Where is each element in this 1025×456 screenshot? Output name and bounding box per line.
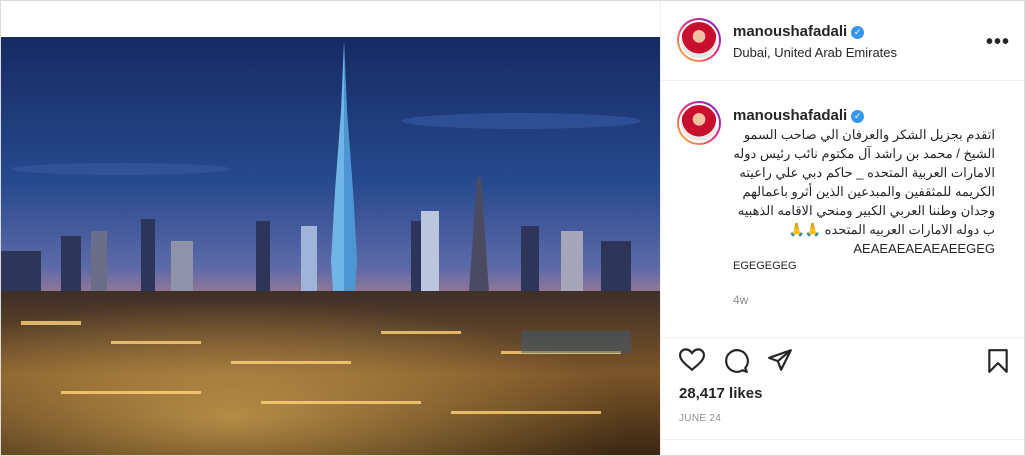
time-ago[interactable]: 4w [733, 293, 748, 307]
comment-area [661, 439, 1024, 455]
share-icon[interactable] [767, 348, 793, 377]
post-card: manoushafadali ✓ Dubai, United Arab Emira… [0, 0, 1025, 456]
header-user: manoushafadali ✓ Dubai, United Arab Emira… [733, 23, 897, 60]
caption-avatar[interactable] [677, 101, 721, 145]
username[interactable]: manoushafadali [733, 23, 847, 40]
location-link[interactable]: Dubai, United Arab Emirates [733, 45, 897, 60]
verified-badge-icon: ✓ [851, 110, 865, 123]
dubai-skyline-photo [1, 1, 660, 455]
post-date[interactable]: JUNE 24 [679, 413, 721, 424]
post-image[interactable] [1, 1, 661, 455]
action-bar [661, 337, 1024, 379]
likes-count[interactable]: 28,417 likes [679, 385, 762, 402]
post-header: manoushafadali ✓ Dubai, United Arab Emira… [661, 1, 1024, 81]
bookmark-icon[interactable] [987, 348, 1009, 379]
post-sidebar: manoushafadali ✓ Dubai, United Arab Emira… [661, 1, 1024, 455]
avatar[interactable] [677, 18, 721, 62]
comment-icon[interactable] [723, 348, 749, 379]
caption: manoushafadali ✓ اتقدم بجزيل الشكر والعرف… [733, 105, 995, 274]
caption-username[interactable]: manoushafadali [733, 107, 847, 124]
more-options-button[interactable]: ••• [986, 31, 1010, 54]
caption-tail: EGEGEGEG [733, 260, 797, 272]
heart-icon[interactable] [678, 348, 706, 377]
caption-text: اتقدم بجزيل الشكر والعرفان الي صاحب السم… [733, 127, 995, 256]
verified-badge-icon: ✓ [851, 26, 865, 39]
